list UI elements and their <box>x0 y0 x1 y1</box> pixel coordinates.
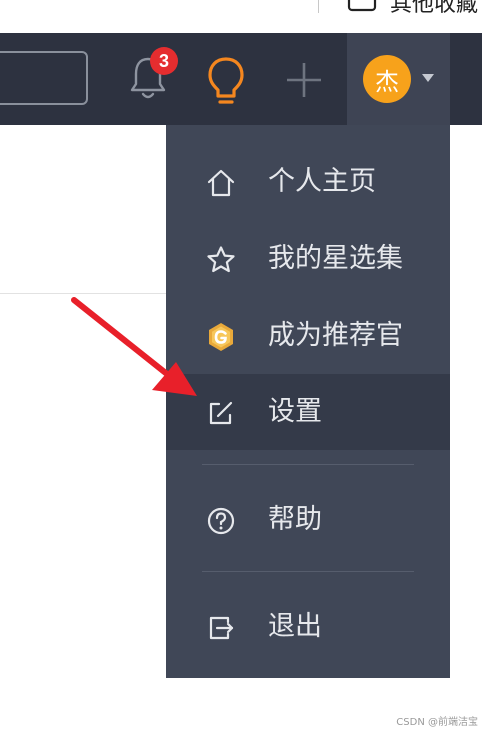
menu-item-label: 个人主页 <box>268 166 376 197</box>
search-input[interactable] <box>0 51 88 105</box>
lightbulb-icon[interactable] <box>204 55 248 107</box>
folder-icon[interactable] <box>347 0 377 12</box>
avatar[interactable]: 杰 <box>363 55 411 103</box>
home-icon <box>207 169 235 197</box>
bookmark-other-label[interactable]: 其他收藏 <box>390 0 478 18</box>
browser-bookmark-bar: 其他收藏 <box>0 0 482 33</box>
red-arrow-annotation <box>71 297 197 396</box>
user-menu-trigger[interactable]: 杰 <box>347 33 450 125</box>
star-icon <box>207 246 235 273</box>
top-navbar: 3 杰 <box>0 33 482 125</box>
plus-icon[interactable] <box>285 61 323 99</box>
menu-divider <box>202 464 414 465</box>
menu-item-label: 退出 <box>268 611 322 642</box>
menu-item-label: 我的星选集 <box>268 243 403 274</box>
menu-item-label: 设置 <box>268 396 322 427</box>
g-badge-icon <box>209 323 233 351</box>
menu-divider <box>202 571 414 572</box>
bookmark-divider <box>318 0 319 13</box>
menu-item-label: 帮助 <box>268 504 322 535</box>
question-icon <box>207 507 235 535</box>
watermark: CSDN @前端洁宝 <box>396 717 478 728</box>
notification-badge: 3 <box>150 47 178 75</box>
menu-item-logout[interactable]: 退出 <box>166 589 450 665</box>
edit-icon <box>209 401 233 425</box>
caret-down-icon[interactable] <box>421 73 435 83</box>
menu-item-label: 成为推荐官 <box>268 320 403 351</box>
menu-item-homepage[interactable]: 个人主页 <box>166 144 450 220</box>
logout-icon <box>209 616 234 640</box>
menu-item-help[interactable]: 帮助 <box>166 482 450 558</box>
menu-item-collections[interactable]: 我的星选集 <box>166 221 450 297</box>
